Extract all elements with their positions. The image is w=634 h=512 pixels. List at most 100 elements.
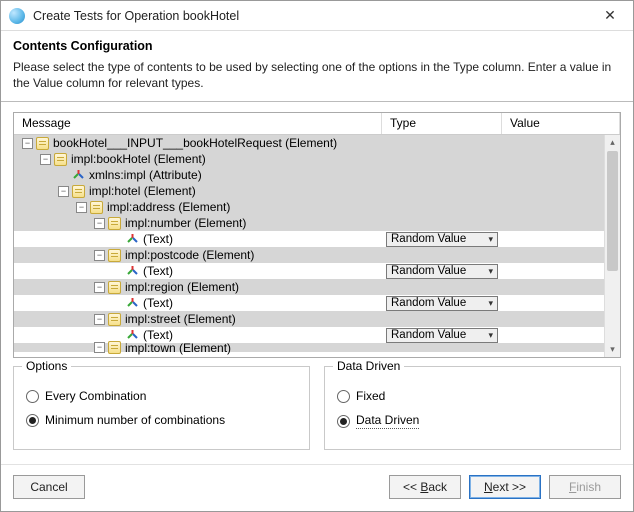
tree-row[interactable]: −impl:address (Element) [14, 199, 604, 215]
expander-spacer [112, 330, 123, 341]
message-cell: − impl:number (Element) [14, 216, 382, 230]
chevron-down-icon: ▾ [484, 234, 497, 245]
radio-minimum-combinations[interactable]: Minimum number of combinations [26, 413, 297, 427]
app-icon [9, 8, 25, 24]
tree-row[interactable]: − impl:postcode (Element) [14, 247, 604, 263]
scroll-up-icon[interactable]: ▴ [605, 135, 620, 150]
element-icon [36, 137, 49, 150]
tree-row[interactable]: (Text) Random Value▾ [14, 231, 604, 247]
node-label: bookHotel___INPUT___bookHotelRequest (El… [53, 136, 337, 150]
collapse-icon[interactable]: − [94, 250, 105, 261]
element-icon [72, 185, 85, 198]
message-cell: −impl:address (Element) [14, 200, 382, 214]
wizard-footer: Cancel << Back Next >> Finish [1, 464, 633, 511]
tree-row[interactable]: − impl:street (Element) [14, 311, 604, 327]
node-label: impl:bookHotel (Element) [71, 152, 206, 166]
tree-row[interactable]: − impl:number (Element) [14, 215, 604, 231]
node-label: (Text) [143, 264, 173, 278]
finish-button: Finish [549, 475, 621, 499]
radio-icon [337, 415, 350, 428]
type-dropdown[interactable]: Random Value▾ [386, 232, 498, 247]
tree-row[interactable]: − impl:bookHotel (Element) [14, 151, 604, 167]
element-icon [108, 217, 121, 230]
expander-spacer [58, 170, 69, 181]
tree-row[interactable]: − impl:hotel (Element) [14, 183, 604, 199]
options-group: Options Every Combination Minimum number… [13, 366, 310, 450]
message-cell: (Text) [14, 232, 382, 246]
button-label: Cancel [30, 480, 67, 494]
vertical-scrollbar[interactable]: ▴ ▾ [604, 135, 620, 357]
message-cell: xmlns:impl (Attribute) [14, 168, 382, 182]
chevron-down-icon: ▾ [484, 266, 497, 277]
tree-row[interactable]: (Text)Random Value▾ [14, 295, 604, 311]
node-label: impl:hotel (Element) [89, 184, 196, 198]
close-icon: ✕ [604, 7, 616, 24]
message-cell: − impl:hotel (Element) [14, 184, 382, 198]
tree-row[interactable]: − impl:town (Element) [14, 343, 604, 352]
dropdown-value: Random Value [391, 297, 466, 309]
message-cell: − impl:street (Element) [14, 312, 382, 326]
radio-icon [26, 414, 39, 427]
type-cell: Random Value▾ [382, 328, 502, 343]
tree-row[interactable]: (Text) Random Value ▾ [14, 263, 604, 279]
element-icon [108, 341, 121, 354]
next-button[interactable]: Next >> [469, 475, 541, 499]
back-button[interactable]: << Back [389, 475, 461, 499]
type-dropdown[interactable]: Random Value ▾ [386, 264, 498, 279]
wizard-header: Contents Configuration Please select the… [1, 31, 633, 102]
chevron-down-icon: ▾ [484, 298, 497, 309]
close-button[interactable]: ✕ [593, 4, 627, 28]
button-label: Next >> [484, 480, 526, 494]
radio-data-driven[interactable]: Data Driven [337, 413, 608, 429]
radio-icon [337, 390, 350, 403]
collapse-icon[interactable]: − [58, 186, 69, 197]
window-title: Create Tests for Operation bookHotel [33, 9, 593, 23]
node-label: impl:region (Element) [125, 280, 239, 294]
scroll-thumb[interactable] [607, 151, 618, 271]
tree-row[interactable]: xmlns:impl (Attribute) [14, 167, 604, 183]
radio-fixed[interactable]: Fixed [337, 389, 608, 403]
message-cell: − impl:region (Element) [14, 280, 382, 294]
collapse-icon[interactable]: − [40, 154, 51, 165]
element-icon [108, 281, 121, 294]
scroll-down-icon[interactable]: ▾ [605, 342, 620, 357]
column-header-message[interactable]: Message [14, 113, 382, 134]
node-label: impl:town (Element) [125, 341, 231, 355]
tree-body: −bookHotel___INPUT___bookHotelRequest (E… [14, 135, 604, 357]
tree-row[interactable]: − impl:region (Element) [14, 279, 604, 295]
dropdown-value: Random Value [391, 265, 466, 277]
column-header-type[interactable]: Type [382, 113, 502, 134]
type-dropdown[interactable]: Random Value▾ [386, 328, 498, 343]
collapse-icon[interactable]: − [94, 314, 105, 325]
node-label: impl:street (Element) [125, 312, 236, 326]
expander-spacer [112, 234, 123, 245]
collapse-icon[interactable]: − [22, 138, 33, 149]
type-cell: Random Value ▾ [382, 296, 502, 311]
radio-label: Minimum number of combinations [45, 413, 225, 427]
element-icon [90, 201, 103, 214]
element-icon [108, 313, 121, 326]
node-label: impl:number (Element) [125, 216, 246, 230]
collapse-icon[interactable]: − [76, 202, 87, 213]
collapse-icon[interactable]: − [94, 342, 105, 353]
text-icon [126, 265, 139, 278]
attribute-icon [72, 169, 85, 182]
column-header-value[interactable]: Value [502, 113, 620, 134]
message-cell: − impl:postcode (Element) [14, 248, 382, 262]
element-icon [108, 249, 121, 262]
tree-row[interactable]: − bookHotel___INPUT___bookHotelRequest (E… [14, 135, 604, 151]
column-headers: Message Type Value [14, 113, 620, 135]
collapse-icon[interactable]: − [94, 282, 105, 293]
cancel-button[interactable]: Cancel [13, 475, 85, 499]
radio-label: Data Driven [356, 413, 419, 429]
message-cell: − impl:bookHotel (Element) [14, 152, 382, 166]
node-label: impl:postcode (Element) [125, 248, 254, 262]
page-title: Contents Configuration [13, 39, 621, 53]
message-cell: (Text) [14, 264, 382, 278]
collapse-icon[interactable]: − [94, 218, 105, 229]
node-label: xmlns:impl (Attribute) [89, 168, 202, 182]
type-dropdown[interactable]: Random Value ▾ [386, 296, 498, 311]
radio-every-combination[interactable]: Every Combination [26, 389, 297, 403]
type-cell: Random Value ▾ [382, 264, 502, 279]
dropdown-value: Random Value [391, 329, 466, 341]
